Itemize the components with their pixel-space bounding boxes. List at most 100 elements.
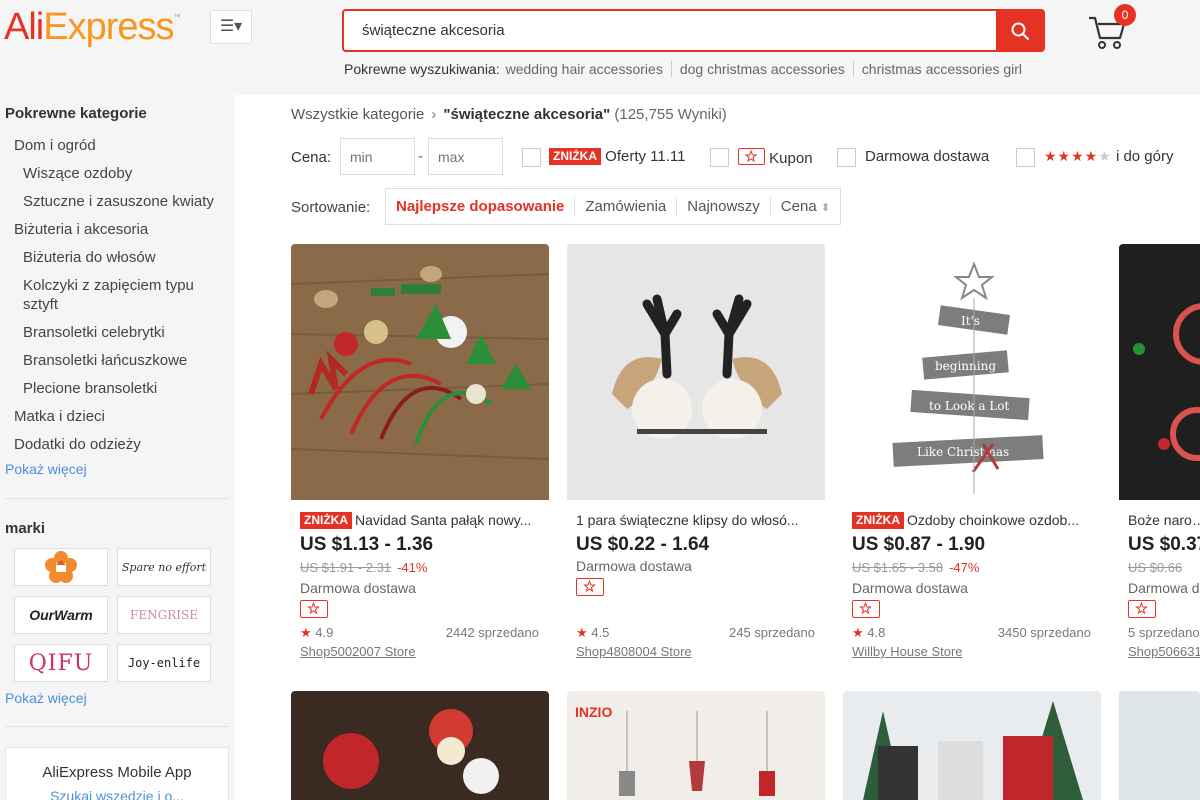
product-old-price: US $0.66 [1128, 560, 1182, 575]
price-max-input[interactable] [428, 138, 503, 175]
price-range-dash: - [418, 148, 423, 165]
coupon-filter-label[interactable]: Kupon [738, 148, 813, 167]
rating-checkbox[interactable] [1016, 148, 1035, 167]
related-search-link[interactable]: christmas accessories girl [852, 61, 1031, 77]
category-item[interactable]: Matka i dzieci [14, 403, 229, 431]
product-sold-count: 5 sprzedano [1128, 625, 1200, 640]
sort-newest[interactable]: Najnowszy [676, 197, 770, 216]
product-title[interactable]: Boże narodzenie... [1128, 512, 1200, 528]
brand-logo-qifu[interactable]: QIFU [14, 644, 108, 682]
subcategory-item[interactable]: Kolczyki z zapięciem typu sztyft [14, 272, 214, 319]
price-filter-label: Cena: [291, 149, 332, 166]
aliexpress-logo[interactable]: AliExpress™ [4, 6, 181, 49]
rating-filter-label[interactable]: ★★★★★ i do góry [1044, 148, 1173, 165]
store-link[interactable]: Shop4808004 Store [576, 644, 692, 659]
product-image-headbands[interactable] [291, 244, 549, 500]
star-icon: ★ [576, 625, 588, 640]
product-shipping: Darmowa dostawa [852, 580, 968, 596]
brand-logo-spare-no-effort[interactable]: Spare no effort [117, 548, 211, 586]
cart-button[interactable]: 0 [1086, 4, 1136, 52]
category-item[interactable]: Dodatki do odzieży [14, 431, 229, 459]
product-title[interactable]: ZNIŻKA Navidad Santa pałąk nowy... [300, 512, 545, 529]
rating-value: 4.9 [315, 625, 334, 640]
sidebar-divider [5, 498, 229, 499]
free-shipping-filter-label[interactable]: Darmowa dostawa [865, 148, 989, 165]
product-title-text: Ozdoby choinkowe ozdob... [907, 512, 1079, 528]
product-image-hanging-ornaments[interactable]: INZIO [567, 691, 825, 800]
subcategory-item[interactable]: Bransoletki łańcuszkowe [14, 347, 229, 375]
flower-brand-icon [45, 551, 77, 583]
product-sold-count: 3450 sprzedano [997, 625, 1091, 640]
sort-price-label: Cena [780, 198, 817, 215]
product-image-lanterns[interactable] [843, 691, 1101, 800]
star-rating-icon: ★★★★★ [1044, 148, 1112, 164]
product-title[interactable]: ZNIŻKA Ozdoby choinkowe ozdob... [852, 512, 1097, 529]
store-link[interactable]: Willby House Store [852, 644, 963, 659]
inzio-brand-tag: INZIO [575, 704, 612, 720]
sale-filter-label[interactable]: ZNIŻKA Oferty 11.11 [549, 148, 686, 165]
search-button[interactable] [996, 11, 1043, 50]
search-bar [342, 9, 1045, 52]
brand-logo-fengrise[interactable]: FENGRISE [117, 596, 211, 634]
coupon-checkbox[interactable] [710, 148, 729, 167]
product-title[interactable]: 1 para świąteczne klipsy do włosó... [576, 512, 821, 528]
store-link[interactable]: Shop5002007 Store [300, 644, 416, 659]
product-image-antler-clips[interactable] [567, 244, 825, 500]
coupon-icon [738, 148, 765, 165]
sale-checkbox[interactable] [522, 148, 541, 167]
rating-value: 4.5 [591, 625, 610, 640]
sort-best-match[interactable]: Najlepsze dopasowanie [386, 197, 574, 216]
sale-filter-text: Oferty 11.11 [605, 148, 686, 165]
result-count: (125,755 Wyniki) [614, 106, 727, 123]
category-item[interactable]: Dom i ogród [14, 132, 229, 160]
subcategory-item[interactable]: Wiszące ozdoby [14, 160, 229, 188]
related-search-link[interactable]: wedding hair accessories [506, 61, 671, 77]
product-sold-count: 2442 sprzedano [445, 625, 539, 640]
brands-show-more-link[interactable]: Pokaż więcej [5, 690, 87, 706]
free-shipping-checkbox[interactable] [837, 148, 856, 167]
sort-price[interactable]: Cena ⬍ [769, 197, 840, 216]
mobile-app-box[interactable]: AliExpress Mobile App Szukaj wszędzie i … [5, 747, 229, 800]
product-old-price: US $1.65 - 3.58 -47% [852, 560, 979, 575]
category-menu-button[interactable]: ☰▾ [210, 10, 252, 44]
sidebar: Pokrewne kategorie Dom i ogród Wiszące o… [0, 95, 235, 800]
product-image-santa-lights[interactable] [291, 691, 549, 800]
product-price: US $1.13 - 1.36 [300, 534, 434, 555]
related-searches: Pokrewne wyszukiwania: wedding hair acces… [344, 61, 1031, 77]
product-card[interactable]: Boże narodzenie... US $0.37 US $0.66 Dar… [1119, 244, 1200, 674]
category-item[interactable]: Biżuteria i akcesoria [14, 216, 229, 244]
subcategory-item[interactable]: Biżuteria do włosów [14, 244, 229, 272]
brand-logo-flower[interactable] [14, 548, 108, 586]
brand-logo-ourwarm[interactable]: OurWarm [14, 596, 108, 634]
sale-badge: ZNIŻKA [300, 512, 352, 529]
coupon-icon [576, 578, 604, 596]
subcategory-item[interactable]: Sztuczne i zasuszone kwiaty [14, 188, 229, 216]
product-card[interactable]: 1 para świąteczne klipsy do włosó... US … [567, 244, 825, 674]
product-card[interactable]: It's beginning to Look a Lot Like Christ… [843, 244, 1101, 674]
product-image-ornament-sign[interactable]: It's beginning to Look a Lot Like Christ… [843, 244, 1101, 500]
product-rating: ★ 4.5 [576, 625, 609, 641]
search-input[interactable] [344, 11, 994, 50]
brands-title: marki [5, 520, 46, 537]
price-min-input[interactable] [340, 138, 415, 175]
product-price: US $0.87 - 1.90 [852, 534, 986, 555]
coupon-icon [852, 600, 880, 618]
categories-show-more-link[interactable]: Pokaż więcej [5, 461, 87, 477]
breadcrumb-all-categories[interactable]: Wszystkie kategorie [291, 106, 424, 123]
product-card[interactable]: ZNIŻKA Navidad Santa pałąk nowy... US $1.… [291, 244, 549, 674]
sort-orders[interactable]: Zamówienia [574, 197, 676, 216]
old-price-text: US $1.65 - 3.58 [852, 560, 944, 575]
brand-logo-joy-enlife[interactable]: Joy-enlife [117, 644, 211, 682]
old-price-text: US $1.91 - 2.31 [300, 560, 392, 575]
product-image-partial[interactable] [1119, 691, 1200, 800]
sort-label: Sortowanie: [291, 199, 371, 216]
category-list: Dom i ogród Wiszące ozdoby Sztuczne i za… [14, 132, 229, 459]
related-search-link[interactable]: dog christmas accessories [670, 61, 853, 77]
subcategory-item[interactable]: Plecione bransoletki [14, 375, 229, 403]
product-image-glasses[interactable] [1119, 244, 1200, 500]
product-old-price: US $1.91 - 2.31 -41% [300, 560, 427, 575]
store-link[interactable]: Shop506631 Store [1128, 644, 1200, 659]
rating-filter-text: i do góry [1115, 148, 1174, 165]
subcategory-item[interactable]: Bransoletki celebrytki [14, 319, 229, 347]
sort-arrows-icon: ⬍ [820, 202, 831, 214]
